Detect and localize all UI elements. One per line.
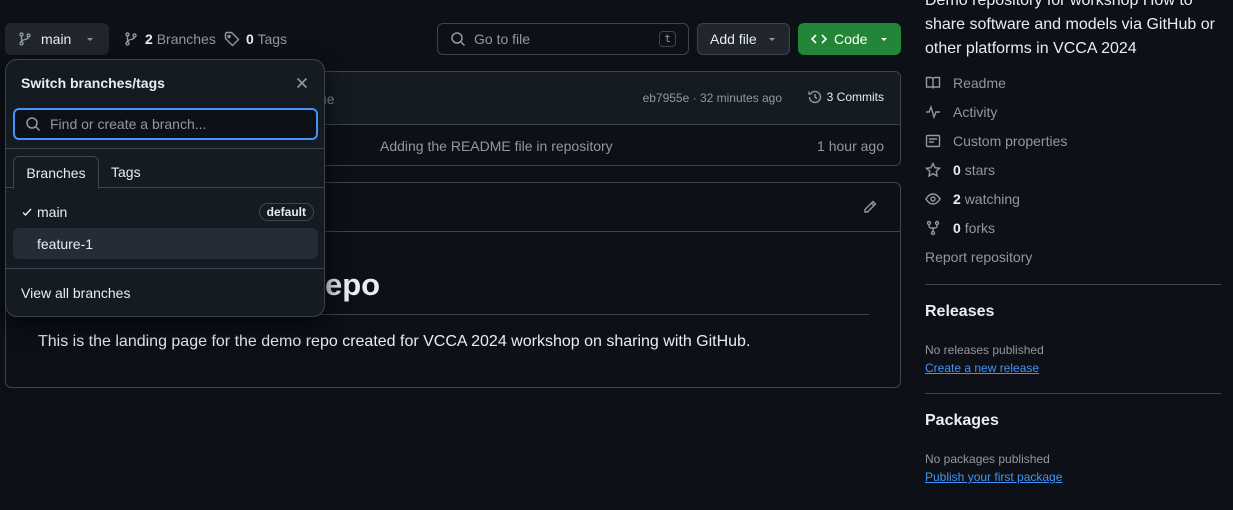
commits-count-label: 3 Commits [826, 90, 884, 104]
sidebar-item-forks[interactable]: 0 forks [925, 220, 995, 236]
add-file-label: Add file [710, 31, 757, 47]
sidebar-item-label: watching [964, 191, 1020, 207]
branch-item-main[interactable]: main default [13, 198, 318, 226]
sidebar-item-label: stars [964, 162, 996, 178]
branches-link[interactable]: 2 Branches [123, 31, 216, 47]
create-release-link[interactable]: Create a new release [925, 361, 1039, 375]
stars-count: 0 [953, 162, 961, 178]
branches-label: Branches [156, 31, 216, 47]
sidebar-item-label: Custom properties [953, 133, 1068, 149]
branch-name: main [37, 204, 68, 220]
default-badge: default [258, 203, 314, 221]
sidebar-item-activity[interactable]: Activity [925, 104, 997, 120]
note-icon [925, 133, 941, 149]
go-to-file-placeholder: Go to file [474, 31, 531, 47]
code-button[interactable]: Code [798, 23, 901, 55]
sidebar-item-label: Activity [953, 104, 998, 120]
search-icon [25, 116, 41, 132]
sidebar-item-watching[interactable]: 2 watching [925, 191, 1020, 207]
about-description: Demo repository for workshop How to shar… [925, 0, 1215, 57]
git-branch-icon [17, 31, 33, 47]
readme-paragraph: This is the landing page for the demo re… [38, 333, 751, 350]
git-branch-icon [123, 31, 139, 47]
file-commit-time: 1 hour ago [817, 138, 884, 154]
fork-icon [925, 220, 941, 236]
publish-package-link[interactable]: Publish your first package [925, 470, 1062, 484]
tags-link[interactable]: 0 Tags [224, 31, 287, 47]
dropdown-tabs: Branches Tags [6, 156, 324, 189]
close-icon[interactable] [296, 77, 308, 89]
caret-down-icon [767, 34, 777, 44]
sidebar-item-label: forks [964, 220, 996, 236]
caret-down-icon [85, 34, 95, 44]
tags-label: Tags [257, 31, 288, 47]
dropdown-divider [6, 268, 324, 269]
commits-history-link[interactable]: 3 Commits [807, 89, 884, 105]
sidebar-item-readme[interactable]: Readme [925, 75, 1006, 91]
branch-name: feature-1 [37, 235, 94, 252]
tab-branches[interactable]: Branches [13, 156, 99, 189]
view-all-branches-link[interactable]: View all branches [21, 285, 130, 301]
go-to-file-input[interactable]: Go to file t [437, 23, 689, 55]
sidebar-divider [925, 393, 1221, 394]
packages-heading[interactable]: Packages [925, 412, 999, 430]
branch-switcher-dropdown: Switch branches/tags Branches Tags main … [5, 59, 325, 317]
sidebar-item-label: Readme [953, 75, 1006, 91]
check-icon [21, 206, 33, 218]
book-icon [925, 75, 941, 91]
shortcut-key: t [659, 31, 676, 47]
tag-icon [224, 31, 240, 47]
branch-search-field[interactable] [13, 108, 318, 140]
branch-selector-button[interactable]: main [5, 23, 109, 55]
branch-selector-label: main [41, 31, 72, 47]
sidebar-item-stars[interactable]: 0 stars [925, 162, 995, 178]
caret-down-icon [879, 34, 889, 44]
add-file-button[interactable]: Add file [697, 23, 790, 55]
tags-count: 0 [246, 31, 254, 47]
releases-heading[interactable]: Releases [925, 303, 994, 321]
dropdown-divider [6, 148, 324, 149]
pencil-icon[interactable] [862, 199, 878, 215]
history-icon [807, 89, 823, 105]
search-icon [450, 31, 466, 47]
dropdown-title: Switch branches/tags [21, 75, 165, 91]
forks-count: 0 [953, 220, 961, 236]
branches-count: 2 [145, 31, 153, 47]
branch-search-input[interactable] [50, 116, 300, 132]
tab-tags[interactable]: Tags [111, 164, 141, 180]
file-commit-message[interactable]: Adding the README file in repository [380, 138, 613, 154]
releases-empty-text: No releases published [925, 343, 1044, 357]
code-label: Code [834, 31, 868, 47]
pulse-icon [925, 104, 941, 120]
packages-empty-text: No packages published [925, 452, 1050, 466]
watching-count: 2 [953, 191, 961, 207]
sidebar-item-custom-properties[interactable]: Custom properties [925, 133, 1067, 149]
readme-heading: epo [325, 267, 381, 302]
star-icon [925, 162, 941, 178]
sidebar-divider [925, 284, 1221, 285]
code-icon [810, 31, 828, 47]
eye-icon [925, 191, 941, 207]
report-repository-link[interactable]: Report repository [925, 249, 1032, 265]
commit-hash-time[interactable]: eb7955e · 32 minutes ago [643, 91, 782, 105]
branch-item-feature-1[interactable]: feature-1 [13, 228, 318, 259]
